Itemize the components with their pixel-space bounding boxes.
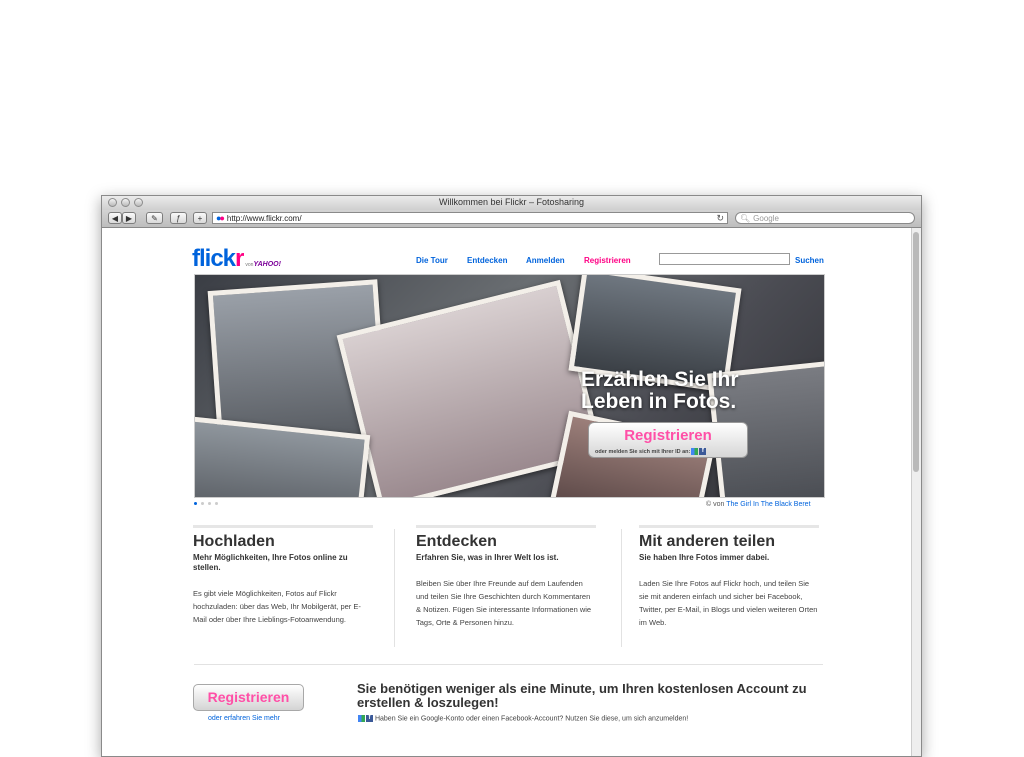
hero-register-label: Registrieren — [624, 427, 712, 444]
title-bar: Willkommen bei Flickr – Fotosharing — [102, 196, 921, 210]
logo-yahoo: YAHOO! — [253, 261, 281, 268]
vertical-scrollbar[interactable] — [911, 228, 921, 756]
column-title: Entdecken — [416, 533, 497, 550]
hero-title-line1: Erzählen Sie Ihr — [581, 368, 739, 391]
column-title: Hochladen — [193, 533, 275, 550]
bottom-register-button[interactable]: Registrieren — [193, 684, 304, 711]
column-hochladen: Hochladen Mehr Möglichkeiten, Ihre Fotos… — [193, 525, 373, 626]
column-lead: Mehr Möglichkeiten, Ihre Fotos online zu… — [193, 553, 348, 572]
column-body: Laden Sie Ihre Fotos auf Flickr hoch, un… — [639, 579, 818, 627]
signup-note-text: Haben Sie ein Google-Konto oder einen Fa… — [374, 715, 689, 723]
column-teilen: Mit anderen teilen Sie haben Ihre Fotos … — [639, 525, 819, 629]
column-entdecken: Entdecken Erfahren Sie, was in Ihrer Wel… — [416, 525, 596, 629]
search-placeholder: Google — [753, 213, 779, 223]
magnifier-icon: 🔍︎ — [740, 213, 751, 223]
add-bookmark-icon[interactable]: + — [193, 212, 207, 224]
pager-dot[interactable] — [201, 502, 204, 505]
scrollbar-thumb[interactable] — [913, 232, 919, 472]
column-body: Bleiben Sie über Ihre Freunde auf dem La… — [416, 579, 592, 627]
column-divider — [394, 529, 395, 647]
logo-flick: flick — [192, 245, 236, 272]
back-arrow-icon[interactable]: ◀ — [108, 212, 122, 224]
credit-prefix: © von — [706, 501, 725, 508]
flickr-favicon-icon: ●● — [216, 213, 225, 223]
hero-signin-sub: oder melden Sie sich mit Ihrer ID an: f — [595, 448, 707, 455]
pager-dot[interactable] — [208, 502, 211, 505]
signup-note: f Haben Sie ein Google-Konto oder einen … — [357, 715, 688, 722]
flickr-logo[interactable]: flickr vonYAHOO! — [192, 245, 281, 273]
nav-registrieren[interactable]: Registrieren — [584, 256, 631, 265]
pager-dot[interactable] — [194, 502, 197, 505]
reload-icon[interactable]: ↻ — [716, 213, 724, 224]
browser-window: Willkommen bei Flickr – Fotosharing ◀ ▶ … — [101, 195, 922, 757]
google-search-field[interactable]: 🔍︎ Google — [735, 212, 915, 224]
nav-entdecken[interactable]: Entdecken — [467, 256, 507, 265]
section-divider — [194, 664, 823, 665]
column-title: Mit anderen teilen — [639, 533, 776, 550]
google-icon[interactable] — [358, 715, 365, 722]
nav-anmelden[interactable]: Anmelden — [526, 256, 565, 265]
column-rule — [639, 525, 819, 528]
column-rule — [416, 525, 596, 528]
hero-pager — [194, 502, 218, 505]
signup-headline: Sie benötigen weniger als eine Minute, u… — [357, 681, 807, 710]
pager-dot[interactable] — [215, 502, 218, 505]
hero-title-line2: Leben in Fotos. — [581, 390, 737, 413]
nav-die-tour[interactable]: Die Tour — [416, 256, 448, 265]
column-divider — [621, 529, 622, 647]
column-body: Es gibt viele Möglichkeiten, Fotos auf F… — [193, 589, 361, 624]
address-url: http://www.flickr.com/ — [226, 213, 302, 223]
logo-r: r — [235, 245, 244, 272]
browser-toolbar: ◀ ▶ ✎ ƒ + ●● http://www.flickr.com/ ↻ 🔍︎… — [102, 210, 921, 228]
column-lead: Erfahren Sie, was in Ihrer Welt los ist. — [416, 553, 559, 562]
photo-credit: © von The Girl In The Black Beret — [706, 501, 811, 508]
page-content: flickr vonYAHOO! Die Tour Entdecken Anmel… — [102, 228, 911, 756]
hero-register-button[interactable]: Registrieren oder melden Sie sich mit Ih… — [588, 422, 748, 458]
hero-signin-text: oder melden Sie sich mit Ihrer ID an: — [595, 448, 691, 455]
column-lead: Sie haben Ihre Fotos immer dabei. — [639, 553, 770, 562]
credit-author-link[interactable]: The Girl In The Black Beret — [726, 501, 810, 508]
hero-title: Erzählen Sie Ihr Leben in Fotos. — [581, 369, 739, 413]
search-button[interactable]: Suchen — [795, 256, 824, 265]
bookmarks-icon[interactable]: ✎ — [146, 212, 163, 224]
forward-arrow-icon[interactable]: ▶ — [122, 212, 136, 224]
facebook-icon[interactable]: f — [366, 715, 373, 722]
facebook-icon[interactable]: f — [699, 448, 707, 455]
script-icon[interactable]: ƒ — [170, 212, 187, 224]
column-rule — [193, 525, 373, 528]
learn-more-link[interactable]: oder erfahren Sie mehr — [208, 715, 280, 722]
address-bar[interactable]: ●● http://www.flickr.com/ ↻ — [212, 212, 728, 224]
hero-banner: Erzählen Sie Ihr Leben in Fotos. Registr… — [194, 274, 825, 498]
google-icon[interactable] — [691, 448, 699, 455]
search-input[interactable] — [659, 253, 790, 265]
window-title: Willkommen bei Flickr – Fotosharing — [438, 197, 585, 207]
